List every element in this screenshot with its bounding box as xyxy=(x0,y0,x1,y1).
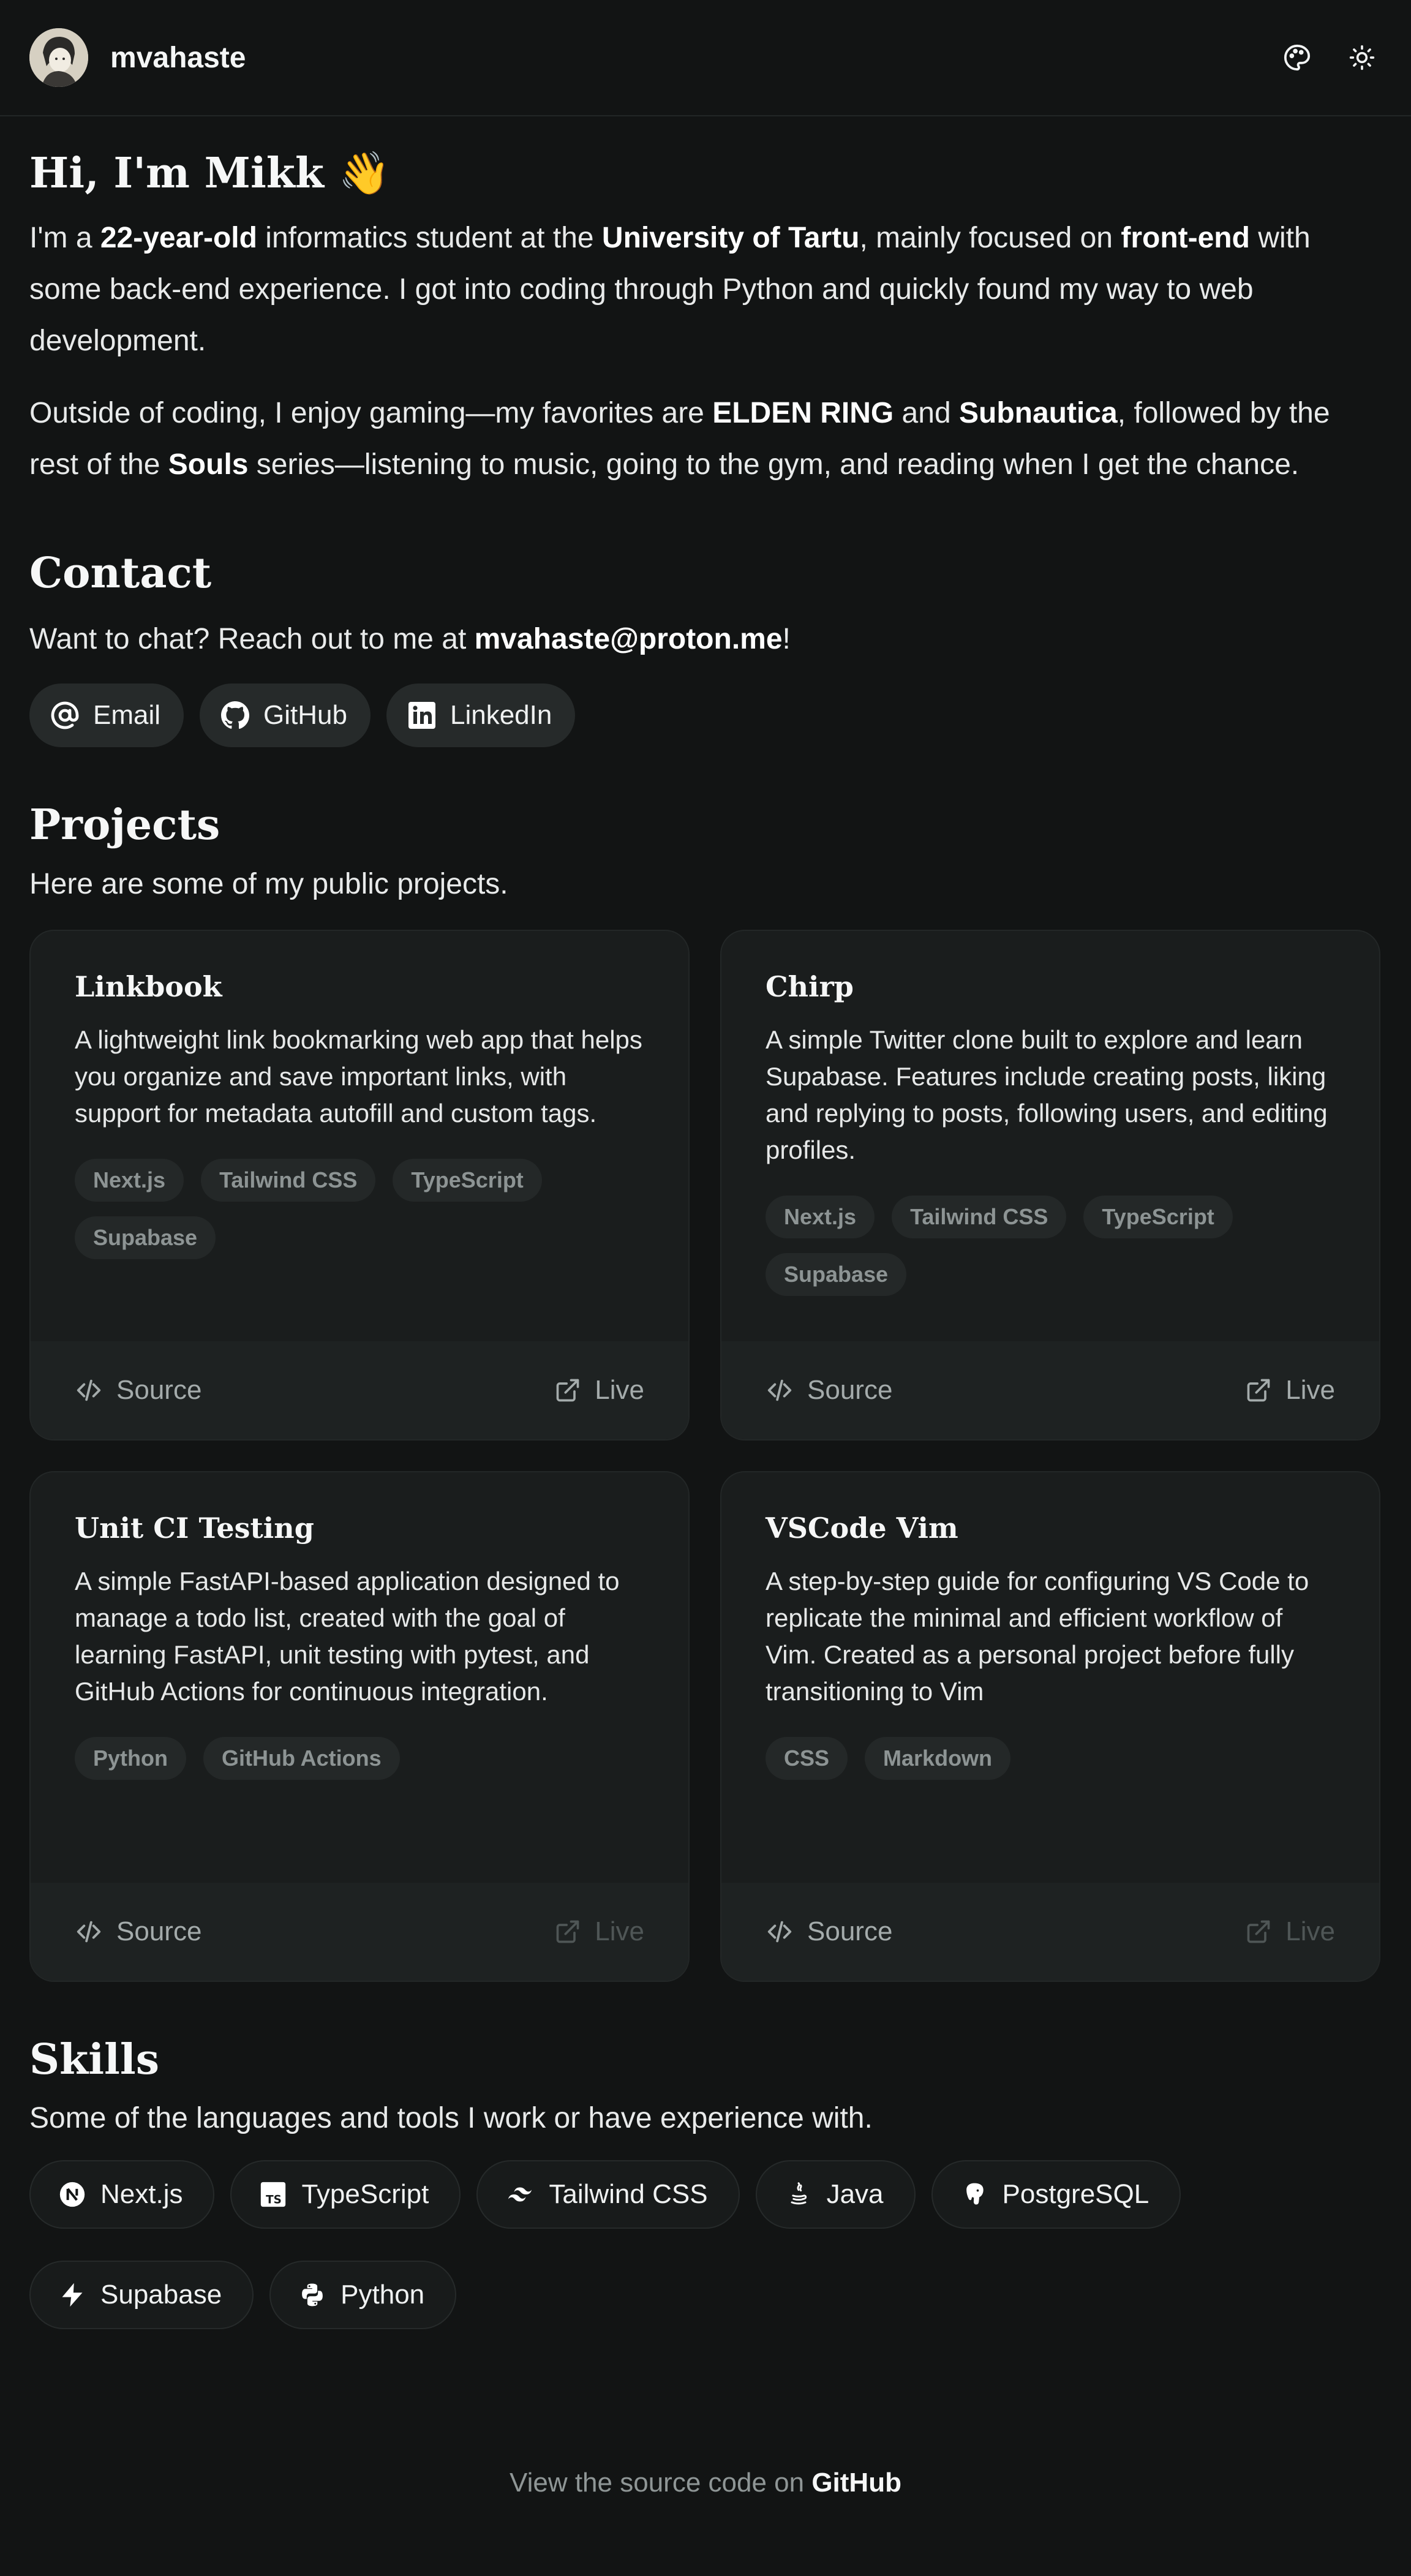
source-link[interactable]: Source xyxy=(766,1916,892,1947)
sun-icon[interactable] xyxy=(1342,38,1382,77)
project-card: VSCode Vim A step-by-step guide for conf… xyxy=(720,1471,1380,1983)
tech-tag: TypeScript xyxy=(393,1159,542,1202)
at-sign-icon xyxy=(51,701,79,729)
code-icon xyxy=(766,1376,794,1404)
tech-tag: Supabase xyxy=(75,1216,216,1260)
site-name[interactable]: mvahaste xyxy=(110,41,246,75)
project-card: Linkbook A lightweight link bookmarking … xyxy=(29,930,690,1441)
skill-label: TypeScript xyxy=(301,2179,429,2210)
skill-label: Supabase xyxy=(100,2280,222,2310)
skill-chip: Java xyxy=(755,2160,916,2229)
skills-heading: Skills xyxy=(29,2035,160,2085)
project-description: A step-by-step guide for configuring VS … xyxy=(766,1567,1309,1706)
external-link-icon xyxy=(1245,1918,1272,1945)
tech-tag: Python xyxy=(75,1737,186,1780)
skill-label: PostgreSQL xyxy=(1002,2179,1149,2210)
project-card: Chirp A simple Twitter clone built to ex… xyxy=(720,930,1380,1441)
contact-heading: Contact xyxy=(29,548,212,598)
palette-icon[interactable] xyxy=(1277,38,1317,77)
live-link: Live xyxy=(554,1916,644,1947)
project-title: Unit CI Testing xyxy=(75,1512,314,1545)
contact-email[interactable]: mvahaste@proton.me xyxy=(475,623,783,655)
project-description: A simple Twitter clone built to explore … xyxy=(766,1025,1328,1165)
github-icon xyxy=(221,701,250,729)
skill-chip: Python xyxy=(269,2261,457,2330)
tailwind-icon xyxy=(506,2180,534,2209)
tech-tag: Next.js xyxy=(75,1159,184,1202)
github-button[interactable]: GitHub xyxy=(200,683,371,747)
contact-text: Want to chat? Reach out to me at mvahast… xyxy=(29,622,791,655)
project-description: A lightweight link bookmarking web app t… xyxy=(75,1025,642,1128)
intro-heading: Hi, I'm Mikk 👋 xyxy=(29,149,391,198)
linkedin-icon xyxy=(408,701,435,729)
projects-heading: Projects xyxy=(29,800,220,849)
supabase-icon xyxy=(59,2281,86,2308)
project-title: Linkbook xyxy=(75,970,222,1004)
tech-tag: Markdown xyxy=(865,1737,1011,1780)
tech-tag: TypeScript xyxy=(1083,1196,1233,1239)
project-description: A simple FastAPI-based application desig… xyxy=(75,1567,620,1706)
project-card: Unit CI Testing A simple FastAPI-based a… xyxy=(29,1471,690,1983)
external-link-icon xyxy=(554,1377,581,1404)
nextjs-icon xyxy=(59,2181,86,2208)
tech-tag: GitHub Actions xyxy=(203,1737,400,1780)
skill-chip: Tailwind CSS xyxy=(476,2160,740,2229)
projects-section: Projects Here are some of my public proj… xyxy=(29,802,1382,1983)
external-link-icon xyxy=(554,1918,581,1945)
skill-chip: PostgreSQL xyxy=(931,2160,1181,2229)
live-link[interactable]: Live xyxy=(554,1375,644,1406)
tech-tag: Next.js xyxy=(766,1196,875,1239)
tech-tag: Tailwind CSS xyxy=(892,1196,1067,1239)
footer-github-link[interactable]: GitHub xyxy=(811,2468,901,2498)
svg-text:TS: TS xyxy=(266,2194,282,2207)
code-icon xyxy=(75,1918,103,1946)
skill-chip: TS TypeScript xyxy=(230,2160,461,2229)
avatar[interactable] xyxy=(29,28,88,87)
skill-chip: Next.js xyxy=(29,2160,215,2229)
code-icon xyxy=(766,1918,794,1946)
linkedin-button[interactable]: LinkedIn xyxy=(386,683,576,747)
source-link[interactable]: Source xyxy=(766,1375,892,1406)
site-header: mvahaste xyxy=(0,0,1411,116)
skills-subtitle: Some of the languages and tools I work o… xyxy=(29,2102,873,2135)
tech-tag: Supabase xyxy=(766,1253,907,1297)
site-footer: View the source code on GitHub xyxy=(510,2468,901,2498)
external-link-icon xyxy=(1245,1377,1272,1404)
tech-tag: CSS xyxy=(766,1737,848,1780)
intro-paragraph-2: Outside of coding, I enjoy gaming—my fav… xyxy=(29,396,1330,481)
typescript-icon: TS xyxy=(260,2181,287,2208)
source-link[interactable]: Source xyxy=(75,1916,201,1947)
code-icon xyxy=(75,1376,103,1404)
skill-label: Java xyxy=(826,2179,884,2210)
projects-subtitle: Here are some of my public projects. xyxy=(29,868,508,901)
source-link[interactable]: Source xyxy=(75,1375,201,1406)
skill-label: Tailwind CSS xyxy=(549,2179,708,2210)
intro-paragraph-1: I'm a 22-year-old informatics student at… xyxy=(29,221,1311,357)
project-title: Chirp xyxy=(766,970,854,1004)
project-title: VSCode Vim xyxy=(766,1512,958,1545)
postgresql-icon xyxy=(961,2181,988,2208)
skills-section: Skills Some of the languages and tools I… xyxy=(29,2035,1382,2330)
email-button[interactable]: Email xyxy=(29,683,184,747)
skill-chip: Supabase xyxy=(29,2261,254,2330)
skill-label: Python xyxy=(341,2280,425,2310)
skill-label: Next.js xyxy=(100,2179,183,2210)
contact-section: Contact Want to chat? Reach out to me at… xyxy=(29,548,1382,747)
live-link: Live xyxy=(1245,1916,1335,1947)
python-icon xyxy=(299,2281,326,2308)
java-icon xyxy=(785,2181,812,2208)
live-link[interactable]: Live xyxy=(1245,1375,1335,1406)
tech-tag: Tailwind CSS xyxy=(201,1159,376,1202)
